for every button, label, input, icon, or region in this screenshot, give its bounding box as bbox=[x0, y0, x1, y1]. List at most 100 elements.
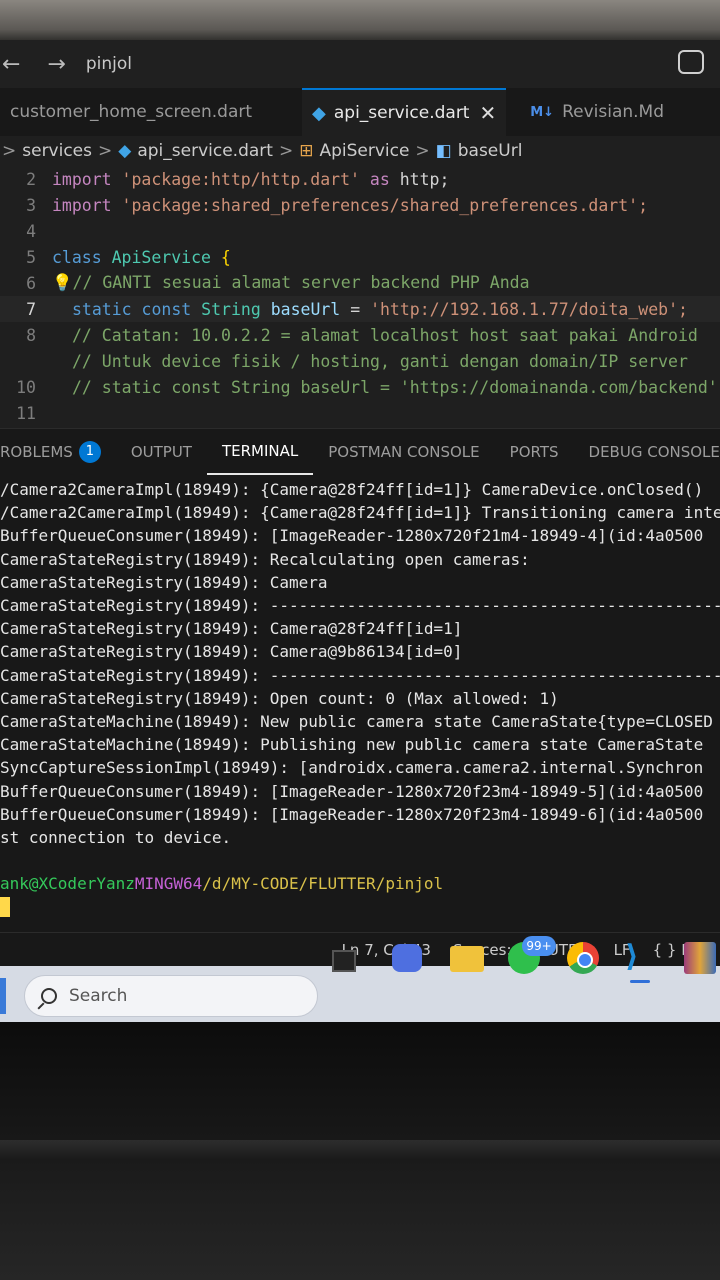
code-line-2: 2 import 'package:http/http.dart' as htt… bbox=[0, 166, 720, 192]
search-label: Search bbox=[69, 985, 128, 1006]
file-explorer-icon[interactable] bbox=[450, 946, 484, 972]
terminal-line: st connection to device. bbox=[0, 827, 232, 847]
terminal-line: CameraStateRegistry(18949): Recalculatin… bbox=[0, 549, 530, 569]
line-number: 6 bbox=[26, 273, 36, 293]
monitor-bezel-bottom bbox=[0, 1022, 720, 1280]
line-number: 8 bbox=[26, 325, 36, 345]
taskbar-search[interactable]: Search bbox=[24, 974, 318, 1017]
comment: // GANTI sesuai alamat server backend PH… bbox=[72, 273, 530, 292]
chevron-right-icon: > bbox=[2, 141, 17, 161]
keyword: import bbox=[52, 195, 112, 215]
line-number: 5 bbox=[26, 247, 36, 267]
breadcrumb: > services > ◆ api_service.dart > ⊞ ApiS… bbox=[0, 136, 720, 166]
whatsapp-badge: 99+ bbox=[522, 936, 556, 956]
tab-label: ROBLEMS bbox=[0, 442, 73, 461]
string: 'package:shared_preferences/shared_prefe… bbox=[121, 195, 649, 215]
terminal-cursor bbox=[0, 897, 10, 918]
terminal-prompt: ank@XCoderYanz MINGW64 /d/MY-CODE/FLUTTE… bbox=[0, 872, 720, 895]
tab-output[interactable]: OUTPUT bbox=[116, 429, 207, 475]
line-number: 10 bbox=[16, 377, 36, 397]
laptop-edge bbox=[0, 1140, 720, 1160]
code-line-8: 8 // Catatan: 10.0.2.2 = alamat localhos… bbox=[0, 322, 720, 348]
line-number: 3 bbox=[26, 195, 36, 215]
prompt-user: ank@XCoderYanz bbox=[0, 874, 135, 894]
comment: // Catatan: 10.0.2.2 = alamat localhost … bbox=[72, 325, 698, 345]
winrar-icon[interactable] bbox=[684, 942, 716, 974]
terminal-line: CameraStateRegistry(18949): ------------… bbox=[0, 665, 720, 685]
command-center-search[interactable]: pinjol bbox=[86, 54, 132, 74]
breadcrumb-file[interactable]: api_service.dart bbox=[137, 141, 273, 161]
windows-taskbar: Search bbox=[0, 966, 720, 1025]
code-line-6: 6 💡// GANTI sesuai alamat server backend… bbox=[0, 270, 720, 296]
tab-customer-home-screen[interactable]: customer_home_screen.dart bbox=[0, 88, 262, 136]
terminal-line: /Camera2CameraImpl(18949): {Camera@28f24… bbox=[0, 480, 704, 500]
chrome-icon[interactable] bbox=[567, 942, 599, 974]
breadcrumb-field[interactable]: baseUrl bbox=[458, 141, 523, 161]
line-number: 11 bbox=[16, 403, 36, 423]
dart-file-icon: ◆ bbox=[312, 102, 326, 124]
chevron-right-icon: > bbox=[98, 141, 113, 161]
chevron-right-icon: > bbox=[278, 141, 294, 161]
terminal-line: CameraStateRegistry(18949): Camera bbox=[0, 572, 328, 592]
terminal-output[interactable]: /Camera2CameraImpl(18949): {Camera@28f24… bbox=[0, 474, 720, 918]
code-line-5: 5 class ApiService { bbox=[0, 244, 720, 270]
string: 'package:http/http.dart' bbox=[121, 169, 360, 189]
tab-ports[interactable]: PORTS bbox=[495, 429, 574, 475]
code-line-9: // Untuk device fisik / hosting, ganti d… bbox=[0, 348, 720, 374]
breadcrumb-services[interactable]: services bbox=[22, 141, 92, 161]
identifier: http; bbox=[399, 169, 450, 189]
editor-tabs: customer_home_screen.dart ◆ api_service.… bbox=[0, 88, 720, 136]
tab-terminal[interactable]: TERMINAL bbox=[206, 429, 314, 475]
comment: // static const String baseUrl = 'https:… bbox=[72, 377, 720, 397]
monitor-bezel-top bbox=[0, 0, 720, 42]
vscode-icon[interactable]: ⟩ bbox=[625, 942, 657, 974]
breadcrumb-class[interactable]: ApiService bbox=[319, 141, 409, 161]
operator: = bbox=[350, 299, 361, 319]
terminal-line: CameraStateRegistry(18949): Camera@9b861… bbox=[0, 642, 463, 662]
nav-arrows[interactable]: ← → bbox=[2, 52, 76, 77]
title-bar: ← → pinjol bbox=[0, 40, 720, 88]
tab-problems[interactable]: ROBLEMS 1 bbox=[0, 429, 116, 475]
code-line-4: 4 bbox=[0, 218, 720, 244]
line-number: 7 bbox=[26, 299, 36, 319]
brace: { bbox=[220, 247, 231, 267]
code-editor[interactable]: 2 import 'package:http/http.dart' as htt… bbox=[0, 166, 720, 428]
chevron-right-icon: > bbox=[415, 141, 430, 161]
string: 'http://192.168.1.77/doita_web'; bbox=[370, 299, 688, 319]
line-number: 4 bbox=[26, 221, 36, 241]
terminal-line: CameraStateRegistry(18949): ------------… bbox=[0, 596, 720, 616]
close-icon[interactable]: ✕ bbox=[479, 101, 496, 125]
meet-app-icon[interactable] bbox=[392, 944, 422, 972]
terminal-line: /Camera2CameraImpl(18949): {Camera@28f24… bbox=[0, 503, 720, 523]
active-app-indicator bbox=[630, 980, 650, 983]
prompt-path: /d/MY-CODE/FLUTTER/pinjol bbox=[202, 874, 444, 894]
problems-badge: 1 bbox=[78, 440, 101, 463]
start-button-edge[interactable] bbox=[0, 977, 6, 1014]
tab-revisian-md[interactable]: M↓ Revisian.Md bbox=[520, 88, 674, 136]
task-view-icon[interactable] bbox=[332, 950, 356, 972]
screen: ← → pinjol customer_home_screen.dart ◆ a… bbox=[0, 40, 720, 1025]
dart-file-icon: ◆ bbox=[118, 141, 132, 161]
keyword: as bbox=[369, 169, 390, 189]
tab-api-service[interactable]: ◆ api_service.dart ✕ bbox=[302, 88, 507, 136]
class-name: ApiService bbox=[111, 247, 211, 267]
line-number: 2 bbox=[26, 169, 36, 189]
panel-tabs: ROBLEMS 1 OUTPUT TERMINAL POSTMAN CONSOL… bbox=[0, 428, 720, 475]
prompt-host: MINGW64 bbox=[134, 874, 203, 894]
terminal-line: SyncCaptureSessionImpl(18949): [androidx… bbox=[0, 758, 704, 778]
keyword: import bbox=[52, 169, 112, 189]
terminal-line: BufferQueueConsumer(18949): [ImageReader… bbox=[0, 804, 704, 824]
class-icon: ⊞ bbox=[299, 141, 314, 161]
code-line-11: 11 bbox=[0, 400, 720, 426]
bottom-panel: ROBLEMS 1 OUTPUT TERMINAL POSTMAN CONSOL… bbox=[0, 428, 720, 948]
tab-postman-console[interactable]: POSTMAN CONSOLE bbox=[313, 429, 494, 475]
variable: baseUrl bbox=[270, 299, 341, 319]
field-icon: ◧ bbox=[435, 141, 452, 161]
lightbulb-icon[interactable]: 💡 bbox=[52, 273, 73, 292]
chat-icon[interactable] bbox=[678, 50, 704, 74]
comment: // Untuk device fisik / hosting, ganti d… bbox=[72, 351, 688, 371]
keyword: const bbox=[141, 299, 192, 319]
terminal-line: CameraStateRegistry(18949): Camera@28f24… bbox=[0, 619, 463, 639]
search-icon bbox=[41, 987, 57, 1004]
tab-debug-console[interactable]: DEBUG CONSOLE bbox=[574, 429, 720, 475]
